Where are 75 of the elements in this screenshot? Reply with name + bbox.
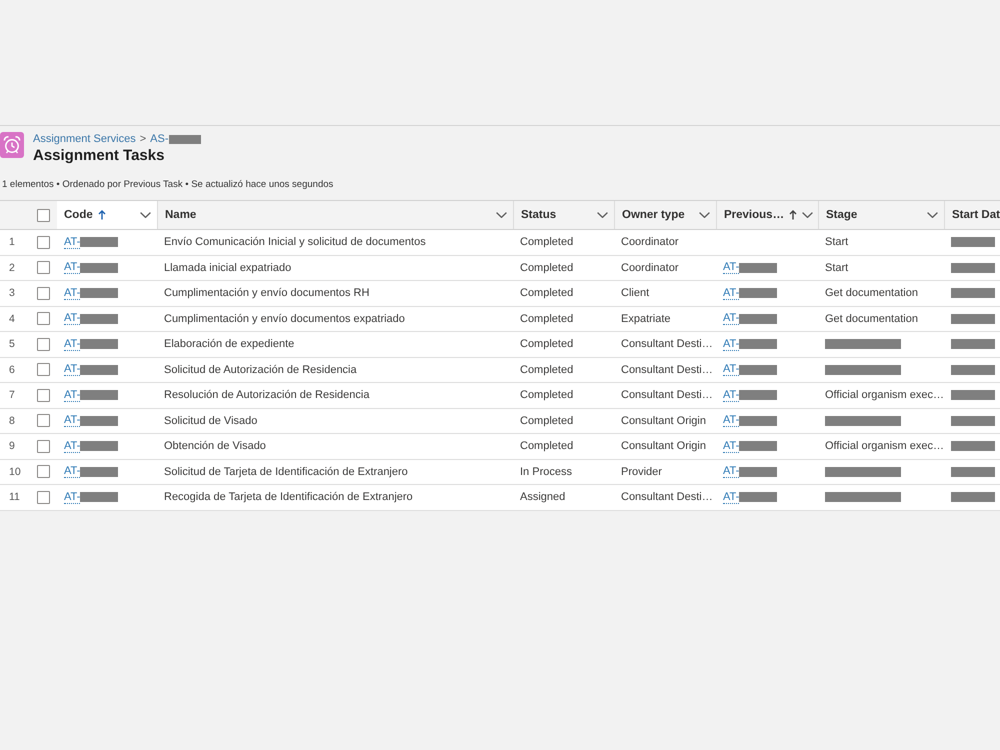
status-text: Completed [520, 262, 574, 274]
owner-type: Provider [621, 466, 662, 478]
alarm-clock-icon [0, 132, 24, 158]
task-name: Solicitud de Tarjeta de Identificación de Extranjero [164, 466, 408, 478]
stage-text: Start [825, 236, 848, 248]
status-text: Completed [520, 414, 574, 427]
task-name: Envío Comunicación Inicial y solicitud de documentos [164, 236, 426, 248]
status-text: Completed [520, 236, 574, 248]
row-number: 2 [9, 262, 15, 274]
column-header[interactable]: Status [513, 201, 614, 229]
task-name: Solicitud de Visado [164, 414, 258, 427]
stage-text: Start [825, 262, 848, 274]
status-text: Completed [520, 338, 574, 350]
row-number: 9 [9, 440, 15, 452]
row-number: 6 [9, 364, 15, 376]
row-checkbox[interactable] [37, 261, 50, 274]
owner-type: Consultant Desti… [621, 389, 713, 402]
task-name: Cumplimentación y envío documentos expatriado [164, 312, 405, 325]
breadcrumb-link[interactable]: AS- [150, 132, 168, 146]
status-text: Completed [520, 364, 574, 376]
owner-type: Consultant Desti… [621, 491, 713, 504]
task-name: Llamada inicial expatriado [164, 262, 292, 274]
owner-type: Coordinator [621, 262, 678, 274]
column-header[interactable]: Previous… [716, 201, 818, 229]
owner-type: Client [621, 287, 650, 300]
breadcrumb-link[interactable]: Assignment Services [33, 132, 136, 146]
row-number: 11 [9, 491, 20, 504]
column-header[interactable]: Start Dat [944, 201, 1000, 229]
row-number: 5 [9, 338, 15, 350]
page-title: Assignment Tasks [33, 147, 166, 165]
column-header[interactable]: Code [57, 201, 157, 229]
row-checkbox[interactable] [37, 490, 50, 504]
row-checkbox[interactable] [37, 388, 50, 402]
row-checkbox[interactable] [37, 236, 50, 249]
row-checkbox[interactable] [37, 440, 50, 453]
owner-type: Consultant Origin [621, 414, 706, 427]
stage-text: Get documentation [825, 312, 918, 325]
row-checkbox[interactable] [37, 363, 50, 376]
status-text: Completed [520, 389, 574, 402]
task-name: Cumplimentación y envío documentos RH [164, 287, 370, 300]
stage-text: Official organism exec… [825, 440, 944, 452]
list-summary: 1 elementos • Ordenado por Previous Task • Se actualizó hace unos segundos [1, 179, 334, 191]
task-name: Recogida de Tarjeta de Identificación de Extranjero [164, 491, 413, 504]
owner-type: Expatriate [621, 312, 671, 325]
task-name: Solicitud de Autorización de Residencia [164, 364, 357, 376]
row-number: 8 [9, 414, 15, 427]
status-text: In Process [520, 466, 572, 478]
owner-type: Consultant Desti… [621, 338, 713, 350]
status-text: Completed [520, 287, 574, 300]
row-checkbox[interactable] [37, 312, 50, 326]
status-text: Completed [520, 312, 574, 325]
owner-type: Consultant Origin [621, 440, 706, 452]
row-checkbox[interactable] [37, 286, 50, 300]
stage-text: Official organism exec… [825, 389, 944, 402]
owner-type: Consultant Desti… [621, 364, 713, 376]
row-number: 4 [9, 312, 15, 325]
status-text: Completed [520, 440, 574, 452]
owner-type: Coordinator [621, 236, 678, 248]
task-name: Obtención de Visado [164, 440, 266, 452]
task-name: Elaboración de expediente [164, 338, 294, 350]
row-number: 1 [9, 236, 15, 248]
row-checkbox[interactable] [37, 338, 50, 351]
row-number: 3 [9, 287, 15, 300]
row-checkbox[interactable] [37, 465, 50, 478]
status-text: Assigned [520, 491, 566, 504]
column-header[interactable]: Name [157, 201, 513, 229]
breadcrumb-separator: > [140, 132, 146, 146]
task-name: Resolución de Autorización de Residencia [164, 389, 370, 402]
column-header[interactable]: Owner type [614, 201, 716, 229]
stage-text: Get documentation [825, 287, 918, 300]
row-number: 7 [9, 389, 15, 402]
select-all-checkbox[interactable] [37, 208, 50, 222]
column-header[interactable]: Stage [818, 201, 944, 229]
row-number: 10 [9, 466, 21, 478]
row-checkbox[interactable] [37, 414, 50, 428]
